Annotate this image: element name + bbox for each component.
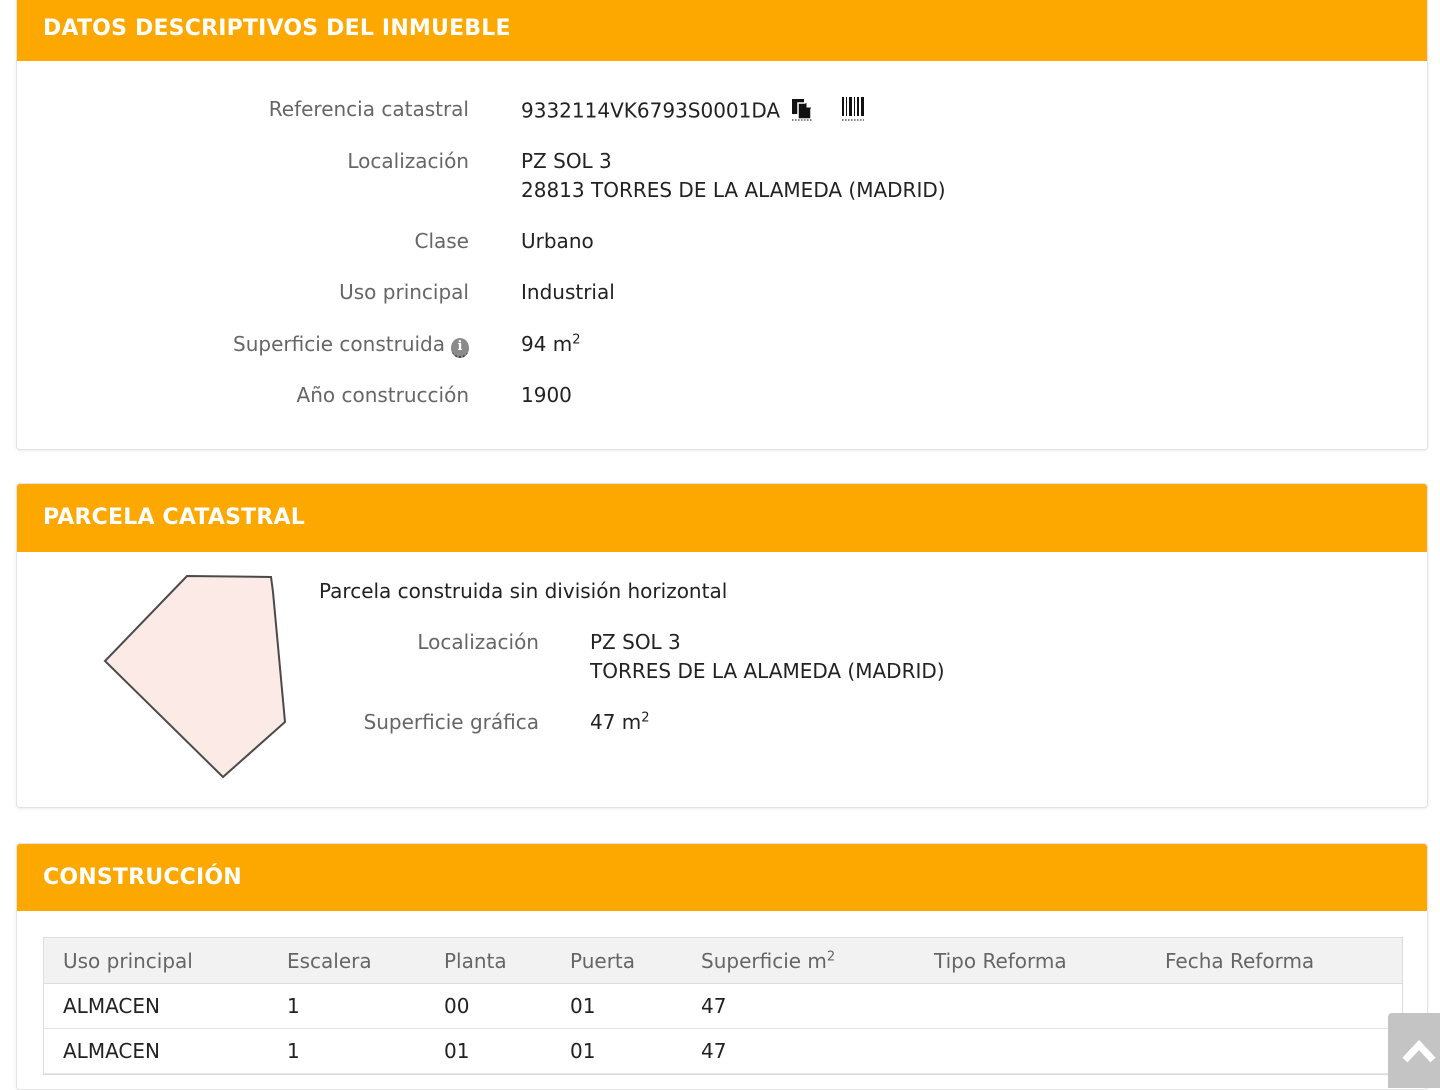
parcela-panel: PARCELA CATASTRAL Parcela construida sin… bbox=[16, 483, 1428, 808]
construccion-panel-title: CONSTRUCCIÓN bbox=[17, 844, 1427, 911]
parcela-localizacion-label: Localización bbox=[417, 630, 539, 654]
cell-superficie: 47 bbox=[701, 1028, 934, 1074]
anio-label: Año construcción bbox=[296, 383, 469, 407]
clase-label: Clase bbox=[414, 229, 469, 253]
inmueble-panel-title: DATOS DESCRIPTIVOS DEL INMUEBLE bbox=[17, 0, 1427, 61]
uso-value: Industrial bbox=[521, 280, 615, 304]
col-escalera[interactable]: Escalera bbox=[287, 938, 444, 984]
superficie-label: Superficie construida bbox=[233, 332, 445, 356]
scroll-top-button[interactable] bbox=[1388, 1013, 1440, 1088]
col-fecha-reforma[interactable]: Fecha Reforma bbox=[1165, 938, 1402, 984]
localizacion-label: Localización bbox=[347, 149, 469, 173]
table-header-row: Uso principal Escalera Planta Puerta Sup… bbox=[44, 938, 1402, 984]
cell-fecha-reforma bbox=[1165, 983, 1402, 1029]
parcela-localizacion-value: PZ SOL 3 TORRES DE LA ALAMEDA (MADRID) bbox=[590, 628, 945, 686]
referencia-label: Referencia catastral bbox=[268, 97, 469, 121]
superficie-value: 94 m bbox=[521, 332, 573, 356]
parcela-superficie-value-wrap: 47 m2 bbox=[590, 708, 650, 737]
chevron-up-icon bbox=[1402, 1039, 1436, 1063]
referencia-value-wrap: 9332114VK6793S0001DA bbox=[521, 95, 865, 129]
col-tipo-reforma[interactable]: Tipo Reforma bbox=[934, 938, 1165, 984]
localizacion-line2: 28813 TORRES DE LA ALAMEDA (MADRID) bbox=[521, 178, 946, 202]
parcela-panel-title: PARCELA CATASTRAL bbox=[17, 484, 1427, 552]
cell-uso: ALMACEN bbox=[44, 1028, 287, 1074]
construccion-table-wrap: Uso principal Escalera Planta Puerta Sup… bbox=[43, 937, 1403, 1075]
referencia-value: 9332114VK6793S0001DA bbox=[521, 98, 781, 123]
cell-superficie: 47 bbox=[701, 983, 934, 1029]
col-superficie-unit-exp: 2 bbox=[826, 948, 836, 964]
parcela-superficie-unit-exp: 2 bbox=[641, 710, 650, 726]
copy-icon[interactable] bbox=[790, 95, 814, 129]
cell-uso: ALMACEN bbox=[44, 983, 287, 1029]
uso-label: Uso principal bbox=[339, 280, 469, 304]
parcela-subtitle: Parcela construida sin división horizont… bbox=[319, 579, 728, 603]
inmueble-panel: DATOS DESCRIPTIVOS DEL INMUEBLE Referenc… bbox=[16, 0, 1428, 450]
anio-value: 1900 bbox=[521, 383, 572, 407]
parcela-localizacion-line2: TORRES DE LA ALAMEDA (MADRID) bbox=[590, 659, 945, 683]
table-row: ALMACEN 1 00 01 47 bbox=[44, 983, 1402, 1029]
col-puerta[interactable]: Puerta bbox=[570, 938, 701, 984]
col-uso-principal[interactable]: Uso principal bbox=[44, 938, 287, 984]
parcela-superficie-label: Superficie gráfica bbox=[363, 710, 539, 734]
construccion-table: Uso principal Escalera Planta Puerta Sup… bbox=[44, 938, 1402, 1074]
clase-value: Urbano bbox=[521, 229, 594, 253]
cell-escalera: 1 bbox=[287, 983, 444, 1029]
cell-escalera: 1 bbox=[287, 1028, 444, 1074]
col-superficie-label: Superficie m bbox=[701, 948, 827, 973]
superficie-label-wrap: Superficie construida i bbox=[17, 330, 469, 359]
col-superficie[interactable]: Superficie m2 bbox=[701, 938, 934, 984]
cell-puerta: 01 bbox=[570, 983, 701, 1029]
parcela-localizacion-line1: PZ SOL 3 bbox=[590, 630, 681, 654]
cell-planta: 01 bbox=[444, 1028, 570, 1074]
superficie-unit-exp: 2 bbox=[572, 332, 581, 348]
construccion-panel: CONSTRUCCIÓN Uso principal Escalera Plan… bbox=[16, 843, 1428, 1090]
localizacion-line1: PZ SOL 3 bbox=[521, 149, 612, 173]
barcode-icon[interactable] bbox=[841, 95, 865, 129]
cell-puerta: 01 bbox=[570, 1028, 701, 1074]
localizacion-value: PZ SOL 3 28813 TORRES DE LA ALAMEDA (MAD… bbox=[521, 147, 946, 205]
parcel-polygon bbox=[103, 574, 287, 779]
cell-planta: 00 bbox=[444, 983, 570, 1029]
info-icon[interactable]: i bbox=[451, 338, 469, 358]
parcela-superficie-value: 47 m bbox=[590, 710, 642, 734]
parcel-shape[interactable] bbox=[97, 572, 297, 782]
superficie-value-wrap: 94 m2 bbox=[521, 330, 581, 359]
cell-fecha-reforma bbox=[1165, 1028, 1402, 1074]
col-planta[interactable]: Planta bbox=[444, 938, 570, 984]
table-row: ALMACEN 1 01 01 47 bbox=[44, 1028, 1402, 1074]
cell-tipo-reforma bbox=[934, 983, 1165, 1029]
cell-tipo-reforma bbox=[934, 1028, 1165, 1074]
